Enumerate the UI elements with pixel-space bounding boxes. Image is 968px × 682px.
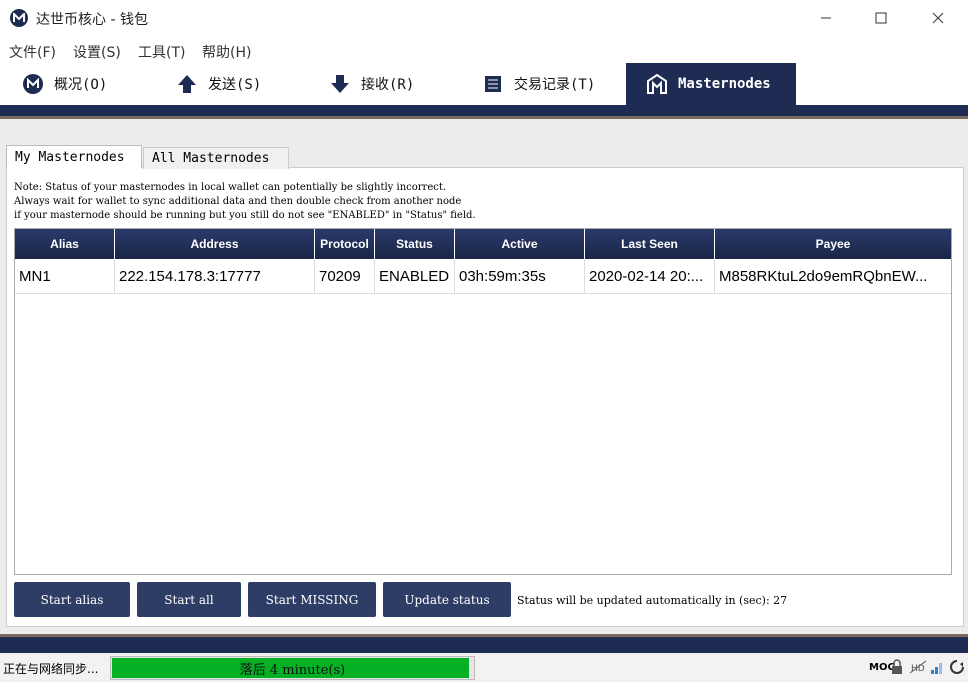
column-address[interactable]: Address <box>115 229 315 259</box>
window-title: 达世币核心 - 钱包 <box>36 12 148 28</box>
send-arrow-icon <box>176 73 198 95</box>
main-tabs: 概况(O) 发送(S) 接收(R) 交易记录(T) Masternodes <box>0 63 968 105</box>
tab-transactions-label: 交易记录(T) <box>514 77 596 93</box>
cell-payee: M858RKtuL2do9emRQbnEW... <box>715 260 951 294</box>
menu-file[interactable]: 文件(F) <box>9 42 56 62</box>
column-active[interactable]: Active <box>455 229 585 259</box>
network-signal-icon[interactable] <box>930 659 944 675</box>
overview-icon <box>22 73 44 95</box>
column-payee[interactable]: Payee <box>715 229 951 259</box>
tab-receive[interactable]: 接收(R) <box>329 63 414 105</box>
tab-masternodes-label: Masternodes <box>678 76 771 92</box>
footer-band <box>0 637 968 653</box>
table-row[interactable]: MN1 222.154.178.3:17777 70209 ENABLED 03… <box>15 260 951 294</box>
tab-overview-label: 概况(O) <box>54 77 108 93</box>
receive-arrow-icon <box>329 73 351 95</box>
cell-status: ENABLED <box>375 260 455 294</box>
auto-update-text: Status will be updated automatically in … <box>517 594 788 607</box>
minimize-button[interactable] <box>806 6 846 30</box>
column-status[interactable]: Status <box>375 229 455 259</box>
cell-alias: MN1 <box>15 260 115 294</box>
menu-settings[interactable]: 设置(S) <box>73 42 121 62</box>
menu-help[interactable]: 帮助(H) <box>202 42 251 62</box>
column-protocol[interactable]: Protocol <box>315 229 375 259</box>
table-header: Alias Address Protocol Status Active Las… <box>15 229 951 259</box>
tab-send-label: 发送(S) <box>208 77 262 93</box>
title-bar: 达世币核心 - 钱包 <box>0 0 968 36</box>
start-missing-button[interactable]: Start MISSING <box>248 582 376 617</box>
masternodes-table: Alias Address Protocol Status Active Las… <box>14 228 952 575</box>
transactions-list-icon <box>482 73 504 95</box>
status-note: Note: Status of your masternodes in loca… <box>14 182 476 221</box>
column-alias[interactable]: Alias <box>15 229 115 259</box>
start-alias-button[interactable]: Start alias <box>14 582 130 617</box>
close-button[interactable] <box>918 6 958 30</box>
header-band <box>0 105 968 116</box>
tab-transactions[interactable]: 交易记录(T) <box>482 63 595 105</box>
cell-protocol: 70209 <box>315 260 375 294</box>
column-last-seen[interactable]: Last Seen <box>585 229 715 259</box>
menu-tools[interactable]: 工具(T) <box>138 42 185 62</box>
start-all-button[interactable]: Start all <box>137 582 241 617</box>
cell-address: 222.154.178.3:17777 <box>115 260 315 294</box>
tab-all-masternodes[interactable]: All Masternodes <box>143 147 289 169</box>
cell-active: 03h:59m:35s <box>455 260 585 294</box>
sync-progress-text: 落后 4 minute(s) <box>239 662 346 678</box>
app-logo-icon <box>10 9 28 27</box>
masternodes-icon <box>646 73 668 95</box>
menu-bar: 文件(F) 设置(S) 工具(T) 帮助(H) <box>0 38 968 62</box>
maximize-button[interactable] <box>861 6 901 30</box>
sync-progress-bar: 落后 4 minute(s) <box>110 656 475 680</box>
cell-last-seen: 2020-02-14 20:... <box>585 260 715 294</box>
svg-text:HD: HD <box>911 664 925 674</box>
tab-receive-label: 接收(R) <box>361 77 415 93</box>
tab-send[interactable]: 发送(S) <box>176 63 261 105</box>
tab-overview[interactable]: 概况(O) <box>22 63 107 105</box>
sync-status-label: 正在与网络同步... <box>3 662 99 676</box>
lock-icon[interactable] <box>890 659 904 675</box>
tab-masternodes[interactable]: Masternodes <box>626 63 796 105</box>
update-status-button[interactable]: Update status <box>383 582 511 617</box>
tab-my-masternodes[interactable]: My Masternodes <box>6 145 142 168</box>
hd-disabled-icon[interactable]: HD <box>909 659 927 675</box>
sync-spinner-icon[interactable] <box>950 659 964 675</box>
